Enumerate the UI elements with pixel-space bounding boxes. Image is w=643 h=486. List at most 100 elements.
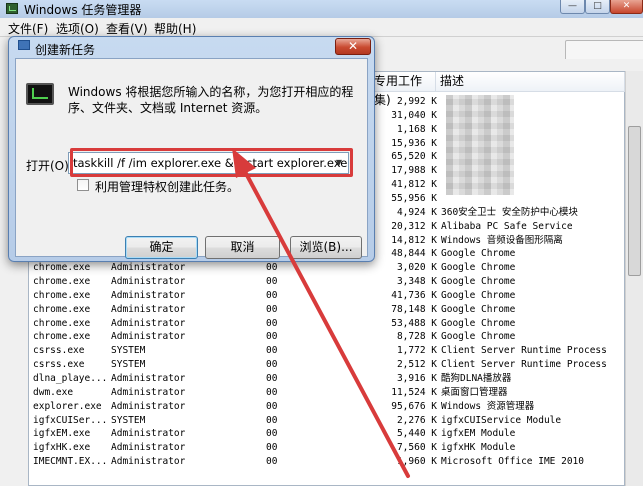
maximize-button[interactable]: □ [585, 0, 610, 14]
cell-user: Administrator [111, 373, 186, 384]
dialog-title: 创建新任务 [35, 43, 96, 57]
cell-memory: 65,520 K [391, 151, 437, 162]
cell-memory: 20,312 K [391, 221, 437, 232]
cell-cpu: 00 [266, 456, 278, 467]
cell-memory: 1,772 K [396, 345, 437, 356]
cell-memory: 15,936 K [391, 138, 437, 149]
column-header-description[interactable]: 描述 [436, 72, 625, 92]
cell-cpu: 00 [266, 262, 278, 273]
cell-memory: 14,812 K [391, 235, 437, 246]
redacted-descriptions [446, 95, 514, 195]
cell-memory: 5,440 K [396, 428, 437, 439]
cell-image-name: dwm.exe [33, 387, 74, 398]
cell-image-name: csrss.exe [33, 359, 85, 370]
cell-description: Windows 音频设备图形隔离 [441, 235, 563, 246]
cell-memory: 53,488 K [391, 318, 437, 329]
cell-user: SYSTEM [111, 345, 146, 356]
cell-user: Administrator [111, 442, 186, 453]
cell-user: Administrator [111, 290, 186, 301]
table-row[interactable]: csrss.exe SYSTEM 00 2,512 K Client Server Ru… [29, 358, 625, 371]
table-row[interactable]: dlna_playe... Administrator 00 3,916 K 酷狗DLN… [29, 372, 625, 385]
cell-description: igfxHK Module [441, 442, 516, 453]
browse-button[interactable]: 浏览(B)... [290, 236, 362, 259]
cell-memory: 78,148 K [391, 304, 437, 315]
table-row[interactable]: chrome.exe Administrator 00 53,488 K Google … [29, 317, 625, 330]
taskmanager-titlebar[interactable]: Windows 任务管理器 — □ ✕ [0, 0, 643, 19]
table-row[interactable]: chrome.exe Administrator 00 3,020 K Google C… [29, 261, 625, 274]
create-task-dialog: 创建新任务 ✕ Windows 将根据您所输入的名称，为您打开相应的程序、文件夹… [8, 36, 375, 262]
cell-cpu: 00 [266, 290, 278, 301]
cell-cpu: 00 [266, 318, 278, 329]
dialog-body: Windows 将根据您所输入的名称，为您打开相应的程序、文件夹、文档或 Int… [15, 58, 368, 259]
cell-image-name: csrss.exe [33, 345, 85, 356]
cell-image-name: igfxEM.exe [33, 428, 91, 439]
cell-description: Client Server Runtime Process [441, 359, 607, 370]
cell-image-name: explorer.exe [33, 401, 102, 412]
admin-privilege-checkbox[interactable] [77, 179, 89, 191]
run-program-icon [26, 83, 54, 105]
cell-memory: 11,524 K [391, 387, 437, 398]
menu-view[interactable]: 查看(V) [106, 20, 148, 37]
cell-memory: 2,512 K [396, 359, 437, 370]
cell-description: Google Chrome [441, 331, 516, 342]
table-row[interactable]: igfxCUISer... SYSTEM 00 2,276 K igfxCUIServi… [29, 414, 625, 427]
menu-options[interactable]: 选项(O) [56, 20, 99, 37]
cell-memory: 1,960 K [396, 456, 437, 467]
cell-description: Google Chrome [441, 290, 516, 301]
cell-description: 360安全卫士 安全防护中心模块 [441, 207, 578, 218]
taskmanager-app-icon [6, 3, 18, 14]
cell-cpu: 00 [266, 428, 278, 439]
cell-user: Administrator [111, 456, 186, 467]
cell-user: SYSTEM [111, 359, 146, 370]
cell-memory: 95,676 K [391, 401, 437, 412]
cell-description: Client Server Runtime Process [441, 345, 607, 356]
cell-cpu: 00 [266, 415, 278, 426]
cell-memory: 3,020 K [396, 262, 437, 273]
table-row[interactable]: IMECMNT.EX... Administrator 00 1,960 K Micro… [29, 455, 625, 468]
cell-image-name: igfxHK.exe [33, 442, 91, 453]
menu-bar: 文件(F) 选项(O) 查看(V) 帮助(H) [0, 18, 643, 37]
cell-image-name: igfxCUISer... [33, 415, 108, 426]
cell-memory: 48,844 K [391, 248, 437, 259]
admin-privilege-label[interactable]: 利用管理特权创建此任务。 [95, 178, 239, 195]
process-list-scrollbar[interactable] [625, 71, 643, 486]
close-window-button[interactable]: ✕ [610, 0, 643, 14]
cell-user: SYSTEM [111, 415, 146, 426]
cell-description: Microsoft Office IME 2010 [441, 456, 584, 467]
cell-memory: 31,040 K [391, 110, 437, 121]
scrollbar-thumb[interactable] [628, 126, 641, 276]
cell-memory: 41,736 K [391, 290, 437, 301]
cell-user: Administrator [111, 428, 186, 439]
cell-cpu: 00 [266, 442, 278, 453]
table-row[interactable]: igfxEM.exe Administrator 00 5,440 K igfxEM M… [29, 427, 625, 440]
cell-description: Alibaba PC Safe Service [441, 221, 573, 232]
cell-user: Administrator [111, 387, 186, 398]
table-row[interactable]: explorer.exe Administrator 00 95,676 K Windo… [29, 400, 625, 413]
cell-user: Administrator [111, 331, 186, 342]
tab-processes[interactable] [565, 40, 643, 59]
cell-image-name: chrome.exe [33, 262, 91, 273]
cell-memory: 17,988 K [391, 165, 437, 176]
minimize-button[interactable]: — [560, 0, 585, 14]
cancel-button[interactable]: 取消 [205, 236, 280, 259]
table-row[interactable]: chrome.exe Administrator 00 8,728 K Google C… [29, 330, 625, 343]
ok-button[interactable]: 确定 [125, 236, 198, 259]
column-header-memory[interactable]: 专用工作集) [370, 72, 436, 107]
cell-description: Google Chrome [441, 276, 516, 287]
cell-user: Administrator [111, 276, 186, 287]
cell-description: 酷狗DLNA播放器 [441, 373, 512, 384]
cell-memory: 3,348 K [396, 276, 437, 287]
annotation-highlight-box [70, 148, 353, 177]
menu-file[interactable]: 文件(F) [8, 20, 48, 37]
cell-cpu: 00 [266, 304, 278, 315]
cell-memory: 41,812 K [391, 179, 437, 190]
table-row[interactable]: chrome.exe Administrator 00 3,348 K Google C… [29, 275, 625, 288]
table-row[interactable]: chrome.exe Administrator 00 78,148 K Google … [29, 303, 625, 316]
table-row[interactable]: igfxHK.exe Administrator 00 7,560 K igfxHK M… [29, 441, 625, 454]
table-row[interactable]: csrss.exe SYSTEM 00 1,772 K Client Server Ru… [29, 344, 625, 357]
dialog-close-button[interactable]: ✕ [335, 38, 371, 55]
cell-memory: 2,992 K [396, 96, 437, 107]
table-row[interactable]: chrome.exe Administrator 00 41,736 K Google … [29, 289, 625, 302]
menu-help[interactable]: 帮助(H) [154, 20, 196, 37]
table-row[interactable]: dwm.exe Administrator 00 11,524 K 桌面窗口管理器 [29, 386, 625, 399]
